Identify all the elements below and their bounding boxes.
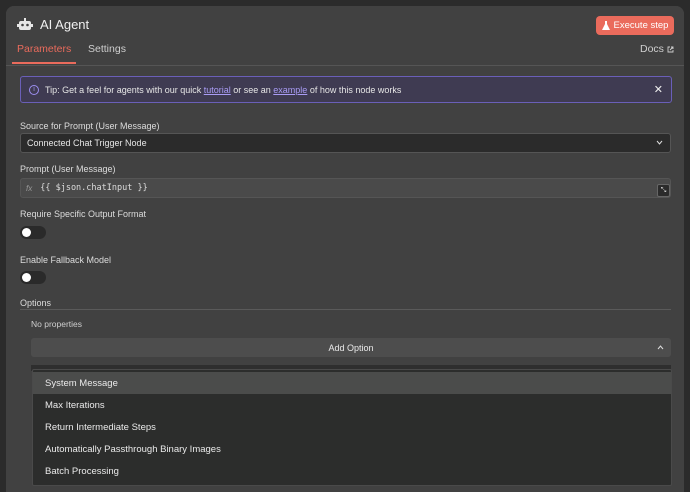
fallback-label: Enable Fallback Model — [20, 255, 112, 265]
toggle-knob — [22, 273, 31, 282]
flask-icon — [601, 21, 610, 30]
no-properties-text: No properties — [31, 319, 83, 329]
option-return-intermediate-steps[interactable]: Return Intermediate Steps — [33, 416, 671, 438]
chevron-up-icon — [657, 345, 664, 350]
option-system-message[interactable]: System Message — [33, 372, 671, 394]
tutorial-link[interactable]: tutorial — [204, 85, 231, 95]
parameters-body: i Tip: Get a feel for agents with our qu… — [6, 66, 684, 492]
add-option-label: Add Option — [328, 342, 374, 353]
fallback-toggle[interactable] — [20, 271, 46, 284]
add-option-button[interactable]: Add Option — [31, 338, 671, 357]
tip-middle: or see an — [230, 84, 274, 95]
execute-step-label: Execute step — [613, 20, 669, 31]
require-output-toggle[interactable] — [20, 226, 46, 239]
prompt-expression-input[interactable]: fx {{ $json.chatInput }} — [20, 178, 671, 198]
options-divider — [20, 309, 671, 310]
source-value: Connected Chat Trigger Node — [27, 138, 147, 148]
fx-icon: fx — [26, 183, 33, 193]
prompt-expression: {{ $json.chatInput }} — [40, 183, 148, 193]
option-max-iterations[interactable]: Max Iterations — [33, 394, 671, 416]
tab-settings[interactable]: Settings — [88, 43, 126, 55]
chevron-down-icon — [656, 140, 663, 145]
tip-prefix: Tip: Get a feel for agents with our quic… — [45, 84, 204, 95]
options-label: Options — [20, 298, 52, 308]
docs-link[interactable]: Docs — [640, 43, 674, 55]
option-passthrough-binary-images[interactable]: Automatically Passthrough Binary Images — [33, 438, 671, 460]
tip-suffix: of how this node works — [307, 84, 402, 95]
expand-editor-icon[interactable]: ⤡ — [657, 184, 670, 197]
node-title: AI Agent — [40, 17, 90, 32]
tip-banner: i Tip: Get a feel for agents with our qu… — [20, 76, 672, 103]
source-select[interactable]: Connected Chat Trigger Node — [20, 133, 671, 153]
node-header: AI Agent Execute step Parameters Setting… — [6, 6, 684, 66]
docs-label: Docs — [640, 43, 664, 55]
source-label: Source for Prompt (User Message) — [20, 121, 160, 131]
node-panel: AI Agent Execute step Parameters Setting… — [6, 6, 684, 492]
active-tab-indicator — [12, 62, 76, 64]
tab-parameters[interactable]: Parameters — [17, 43, 71, 55]
tip-text: Tip: Get a feel for agents with our quic… — [45, 85, 401, 95]
close-icon[interactable]: ✕ — [654, 83, 663, 96]
execute-step-button[interactable]: Execute step — [596, 16, 674, 35]
option-batch-processing[interactable]: Batch Processing — [33, 460, 671, 482]
prompt-label: Prompt (User Message) — [20, 164, 116, 174]
external-link-icon — [667, 46, 674, 52]
example-link[interactable]: example — [273, 85, 307, 95]
robot-icon — [17, 18, 33, 30]
options-dropdown: System Message Max Iterations Return Int… — [32, 369, 672, 486]
toggle-knob — [22, 228, 31, 237]
info-icon: i — [29, 84, 39, 95]
require-output-label: Require Specific Output Format — [20, 209, 147, 219]
